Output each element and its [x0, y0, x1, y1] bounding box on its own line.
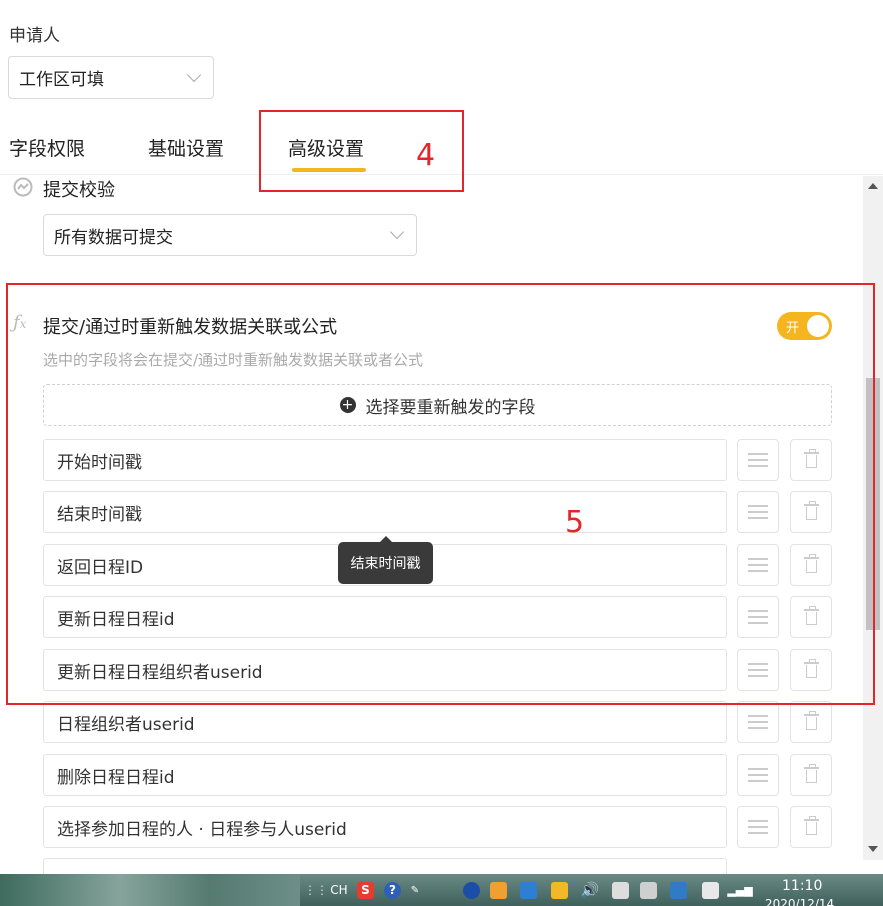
bluetooth-icon[interactable]	[463, 882, 480, 899]
applicant-label: 申请人	[9, 26, 60, 46]
device-icon[interactable]	[612, 882, 629, 899]
language-indicator[interactable]: CH	[328, 880, 350, 900]
drag-handle-icon	[748, 820, 768, 834]
taskbar-clock[interactable]: 11:10	[782, 878, 822, 894]
delete-field-button[interactable]	[790, 701, 832, 743]
field-item[interactable]: 选择参加日程的人 · 日程参与人userid	[43, 806, 727, 848]
delete-field-button[interactable]	[790, 806, 832, 848]
submit-validation-title: 提交校验	[43, 180, 115, 201]
applicant-select[interactable]: 工作区可填	[8, 56, 214, 99]
taskbar-wallpaper	[0, 874, 300, 906]
flag-icon[interactable]	[702, 882, 719, 899]
pen-icon[interactable]: ✎	[408, 880, 422, 900]
submit-validation-select[interactable]: 所有数据可提交	[43, 214, 417, 256]
submit-validation-value: 所有数据可提交	[54, 227, 173, 248]
trash-icon	[803, 711, 819, 730]
drag-handle-button[interactable]	[737, 806, 779, 848]
tab-field-permissions[interactable]: 字段权限	[9, 134, 85, 161]
field-item-partial	[43, 858, 727, 874]
scroll-up-icon[interactable]	[868, 183, 878, 189]
annotation-number-5: 5	[565, 505, 585, 540]
volume-icon[interactable]: 🔊	[580, 880, 600, 900]
drag-handle-button[interactable]	[737, 701, 779, 743]
shield-icon[interactable]	[551, 882, 568, 899]
signal-icon[interactable]: ▂▄▆	[727, 880, 752, 900]
tab-basic-settings[interactable]: 基础设置	[148, 134, 224, 161]
help-icon[interactable]: ?	[384, 882, 401, 899]
field-item[interactable]: 日程组织者userid	[43, 701, 727, 743]
network-app-icon[interactable]	[670, 882, 687, 899]
chevron-down-icon	[389, 224, 405, 240]
taskbar-date[interactable]: 2020/12/14	[765, 897, 834, 906]
drag-handle-button[interactable]	[737, 754, 779, 796]
trash-icon	[803, 764, 819, 783]
applicant-select-value: 工作区可填	[19, 70, 104, 90]
folder-app-icon[interactable]	[490, 882, 507, 899]
taskbar-grip-icon: ⋮⋮	[304, 883, 328, 897]
drag-handle-icon	[748, 768, 768, 782]
annotation-box-5	[6, 283, 875, 705]
mute-icon[interactable]	[640, 882, 657, 899]
grid-app-icon[interactable]	[520, 882, 537, 899]
field-item[interactable]: 删除日程日程id	[43, 754, 727, 796]
drag-handle-icon	[748, 715, 768, 729]
annotation-number-4: 4	[416, 138, 436, 173]
delete-field-button[interactable]	[790, 754, 832, 796]
chevron-down-icon	[186, 67, 202, 82]
trash-icon	[803, 816, 819, 835]
scroll-down-icon[interactable]	[868, 846, 878, 852]
validation-icon	[13, 177, 33, 197]
sogou-input-icon[interactable]: S	[357, 882, 374, 899]
